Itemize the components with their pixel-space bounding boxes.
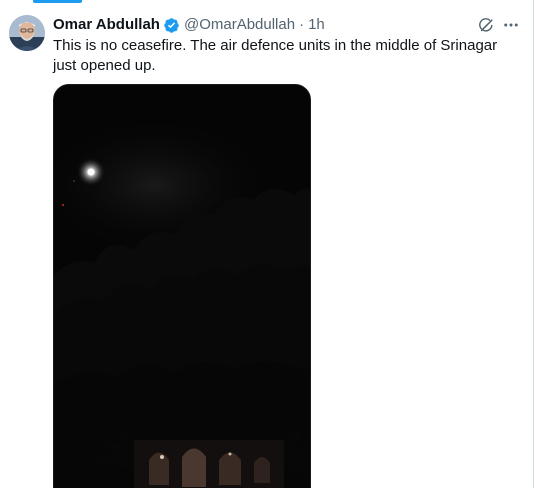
video-player[interactable] bbox=[53, 84, 311, 488]
grok-icon[interactable] bbox=[475, 14, 497, 36]
more-options-icon[interactable] bbox=[500, 14, 522, 36]
tweet-text: This is no ceasefire. The air defence un… bbox=[53, 37, 498, 74]
author-name[interactable]: Omar Abdullah bbox=[53, 15, 160, 35]
tweet-header: Omar Abdullah @OmarAbdullah · 1h bbox=[53, 15, 325, 35]
tweet-post[interactable]: Omar Abdullah @OmarAbdullah · 1h This is… bbox=[0, 0, 533, 488]
avatar-image bbox=[9, 15, 45, 51]
post-timestamp[interactable]: 1h bbox=[308, 15, 325, 35]
author-avatar[interactable] bbox=[9, 15, 45, 51]
verified-badge-icon[interactable] bbox=[163, 17, 180, 34]
video-frame bbox=[54, 85, 310, 488]
timeline-frame: Omar Abdullah @OmarAbdullah · 1h This is… bbox=[0, 0, 534, 488]
author-handle[interactable]: @OmarAbdullah bbox=[184, 15, 295, 35]
header-separator: · bbox=[299, 16, 305, 33]
